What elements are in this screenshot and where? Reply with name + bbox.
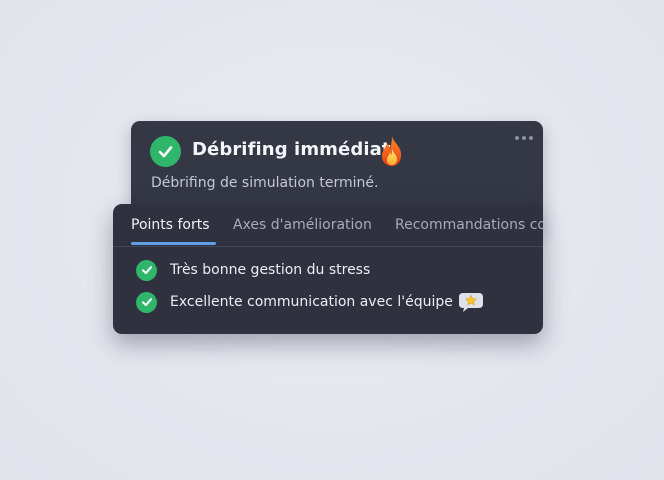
star-speech-bubble-icon [458, 293, 483, 312]
fire-icon [382, 136, 402, 166]
card-title: Débrifing immédiat [192, 139, 391, 160]
tab-bar: Points forts Axes d'amélioration Recomma… [113, 204, 543, 247]
check-circle-icon [136, 291, 157, 313]
check-circle-icon [150, 136, 181, 167]
card-subtitle: Débrifing de simulation terminé. [151, 175, 379, 191]
list-item: Très bonne gestion du stress [136, 259, 370, 281]
screen-background: Débrifing immédiat Débrifing de simulati… [0, 0, 664, 480]
check-circle-icon [136, 259, 157, 281]
more-horizontal-icon[interactable] [515, 135, 533, 141]
list-item: Excellente communication avec l'équipe [136, 291, 484, 313]
debrief-details-card: Points forts Axes d'amélioration Recomma… [113, 204, 543, 334]
tab-points-forts[interactable]: Points forts [131, 217, 210, 233]
tab-axes-amelioration[interactable]: Axes d'amélioration [233, 217, 372, 233]
list-item-text: Excellente communication avec l'équipe [170, 294, 453, 310]
tab-recommandations[interactable]: Recommandations co [395, 217, 543, 233]
active-tab-indicator [131, 242, 216, 245]
list-item-text: Très bonne gestion du stress [170, 262, 371, 278]
